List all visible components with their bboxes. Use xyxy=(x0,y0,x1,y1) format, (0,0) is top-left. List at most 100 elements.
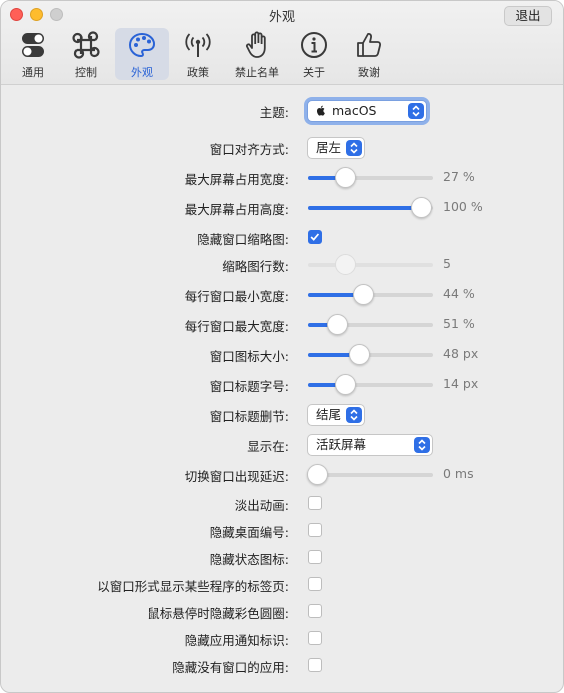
tab-about[interactable]: 关于 xyxy=(291,28,337,80)
setting-title-font-size: 窗口标题字号: 14 px xyxy=(1,373,563,397)
setting-appear-delay: 切换窗口出现延迟: 0 ms xyxy=(1,463,563,487)
theme-select[interactable]: macOS xyxy=(307,100,427,122)
hide-status-icons-checkbox[interactable] xyxy=(308,550,322,564)
title-font-slider[interactable] xyxy=(308,373,433,397)
theme-label: 主题: xyxy=(259,105,289,120)
setting-theme: 主题: macOS xyxy=(1,99,563,123)
max-row-width-slider[interactable] xyxy=(308,313,433,337)
title-font-value: 14 px xyxy=(443,376,479,391)
tab-acknowledgments[interactable]: 致谢 xyxy=(345,28,393,80)
hide-app-badges-checkbox[interactable] xyxy=(308,631,322,645)
show-on-select[interactable]: 活跃屏幕 xyxy=(307,434,433,456)
setting-hide-windowless-apps: 隐藏没有窗口的应用: xyxy=(1,654,563,678)
setting-max-screen-width: 最大屏幕占用宽度: 27 % xyxy=(1,166,563,190)
max-width-value: 27 % xyxy=(443,169,475,184)
fade-out-checkbox[interactable] xyxy=(308,496,322,510)
toggles-icon xyxy=(22,33,44,57)
slider-knob[interactable] xyxy=(335,167,357,188)
select-arrows-icon xyxy=(408,103,424,119)
alignment-value: 居左 xyxy=(316,140,342,155)
thumbs-up-icon xyxy=(357,33,382,57)
appearance-settings: 主题: macOS 窗口对齐方式: 居左 最大屏幕占用宽度: 27 % 最大屏幕… xyxy=(1,86,563,692)
hide-thumbnails-label: 隐藏窗口缩略图: xyxy=(197,232,289,247)
setting-window-alignment: 窗口对齐方式: 居左 xyxy=(1,136,563,160)
alignment-select[interactable]: 居左 xyxy=(307,137,365,159)
slider-knob[interactable] xyxy=(326,314,348,335)
title-truncation-value: 结尾 xyxy=(316,407,342,422)
min-width-slider[interactable] xyxy=(308,283,433,307)
appear-delay-label: 切换窗口出现延迟: xyxy=(184,469,289,484)
slider-knob[interactable] xyxy=(352,284,374,305)
tab-general-label: 通用 xyxy=(22,66,44,79)
show-on-label: 显示在: xyxy=(247,439,289,454)
title-bar: 外观 退出 通用 控制 外观 政策 禁止名单 关于 致谢 xyxy=(1,1,563,85)
setting-icon-size: 窗口图标大小: 48 px xyxy=(1,343,563,367)
hide-space-number-label: 隐藏桌面编号: xyxy=(209,525,289,540)
tab-about-label: 关于 xyxy=(303,66,325,79)
icon-size-slider[interactable] xyxy=(308,343,433,367)
hide-windowless-apps-label: 隐藏没有窗口的应用: xyxy=(172,660,289,675)
max-height-value: 100 % xyxy=(443,199,483,214)
select-arrows-icon xyxy=(414,437,430,453)
hide-windowless-apps-checkbox[interactable] xyxy=(308,658,322,672)
thumbnail-rows-value: 5 xyxy=(443,256,451,271)
show-on-value: 活跃屏幕 xyxy=(316,437,367,452)
slider-knob xyxy=(335,254,357,275)
max-width-label: 最大屏幕占用宽度: xyxy=(184,172,289,187)
setting-hide-space-number: 隐藏桌面编号: xyxy=(1,519,563,543)
palette-icon xyxy=(128,32,156,58)
max-height-slider[interactable] xyxy=(308,196,433,220)
window-title: 外观 xyxy=(268,10,295,25)
thumbnail-rows-label: 缩略图行数: xyxy=(222,259,289,274)
appear-delay-slider[interactable] xyxy=(307,463,433,487)
max-row-width-label: 每行窗口最大宽度: xyxy=(184,319,289,334)
slider-knob[interactable] xyxy=(411,197,432,218)
alignment-label: 窗口对齐方式: xyxy=(209,142,289,157)
setting-max-window-width: 每行窗口最大宽度: 51 % xyxy=(1,313,563,337)
hide-app-badges-label: 隐藏应用通知标识: xyxy=(184,633,289,648)
tab-appearance[interactable]: 外观 xyxy=(115,28,169,80)
setting-min-window-width: 每行窗口最小宽度: 44 % xyxy=(1,283,563,307)
tab-policies[interactable]: 政策 xyxy=(173,28,223,80)
tab-blacklist[interactable]: 禁止名单 xyxy=(227,28,287,80)
setting-hide-thumbnails: 隐藏窗口缩略图: xyxy=(1,226,563,250)
max-row-width-value: 51 % xyxy=(443,316,475,331)
min-width-label: 每行窗口最小宽度: xyxy=(184,289,289,304)
appear-delay-value: 0 ms xyxy=(443,466,474,481)
hide-colored-circles-checkbox[interactable] xyxy=(308,604,322,618)
hand-stop-icon xyxy=(246,31,266,58)
setting-title-truncation: 窗口标题删节: 结尾 xyxy=(1,403,563,427)
icon-size-value: 48 px xyxy=(443,346,479,361)
setting-hide-status-icons: 隐藏状态图标: xyxy=(1,546,563,570)
setting-hide-colored-circles: 鼠标悬停时隐藏彩色圆圈: xyxy=(1,600,563,624)
title-truncation-select[interactable]: 结尾 xyxy=(307,404,365,426)
info-icon xyxy=(301,32,327,58)
thumbnail-rows-slider xyxy=(308,253,433,277)
tab-blacklist-label: 禁止名单 xyxy=(235,66,279,79)
icon-size-label: 窗口图标大小: xyxy=(209,349,289,364)
tab-general[interactable]: 通用 xyxy=(9,28,57,80)
tab-controls-label: 控制 xyxy=(75,66,97,79)
slider-knob[interactable] xyxy=(307,464,328,485)
max-width-slider[interactable] xyxy=(308,166,433,190)
show-tabs-checkbox[interactable] xyxy=(308,577,322,591)
command-key-icon xyxy=(72,31,100,59)
setting-show-on: 显示在: 活跃屏幕 xyxy=(1,433,563,457)
hide-space-number-checkbox[interactable] xyxy=(308,523,322,537)
hide-colored-circles-label: 鼠标悬停时隐藏彩色圆圈: xyxy=(147,606,289,621)
slider-knob[interactable] xyxy=(335,374,357,395)
select-arrows-icon xyxy=(346,140,362,156)
min-width-value: 44 % xyxy=(443,286,475,301)
slider-knob[interactable] xyxy=(348,344,370,365)
fade-out-label: 淡出动画: xyxy=(234,498,289,513)
hide-thumbnails-checkbox[interactable] xyxy=(308,230,322,244)
setting-thumbnail-rows: 缩略图行数: 5 xyxy=(1,253,563,277)
hide-status-icons-label: 隐藏状态图标: xyxy=(209,552,289,567)
show-tabs-label: 以窗口形式显示某些程序的标签页: xyxy=(97,579,289,594)
setting-hide-app-badges: 隐藏应用通知标识: xyxy=(1,627,563,651)
tab-controls[interactable]: 控制 xyxy=(61,28,111,80)
title-truncation-label: 窗口标题删节: xyxy=(209,409,289,424)
antenna-icon xyxy=(185,33,211,57)
quit-button[interactable]: 退出 xyxy=(504,6,552,26)
tab-acknowledgments-label: 致谢 xyxy=(358,66,380,79)
